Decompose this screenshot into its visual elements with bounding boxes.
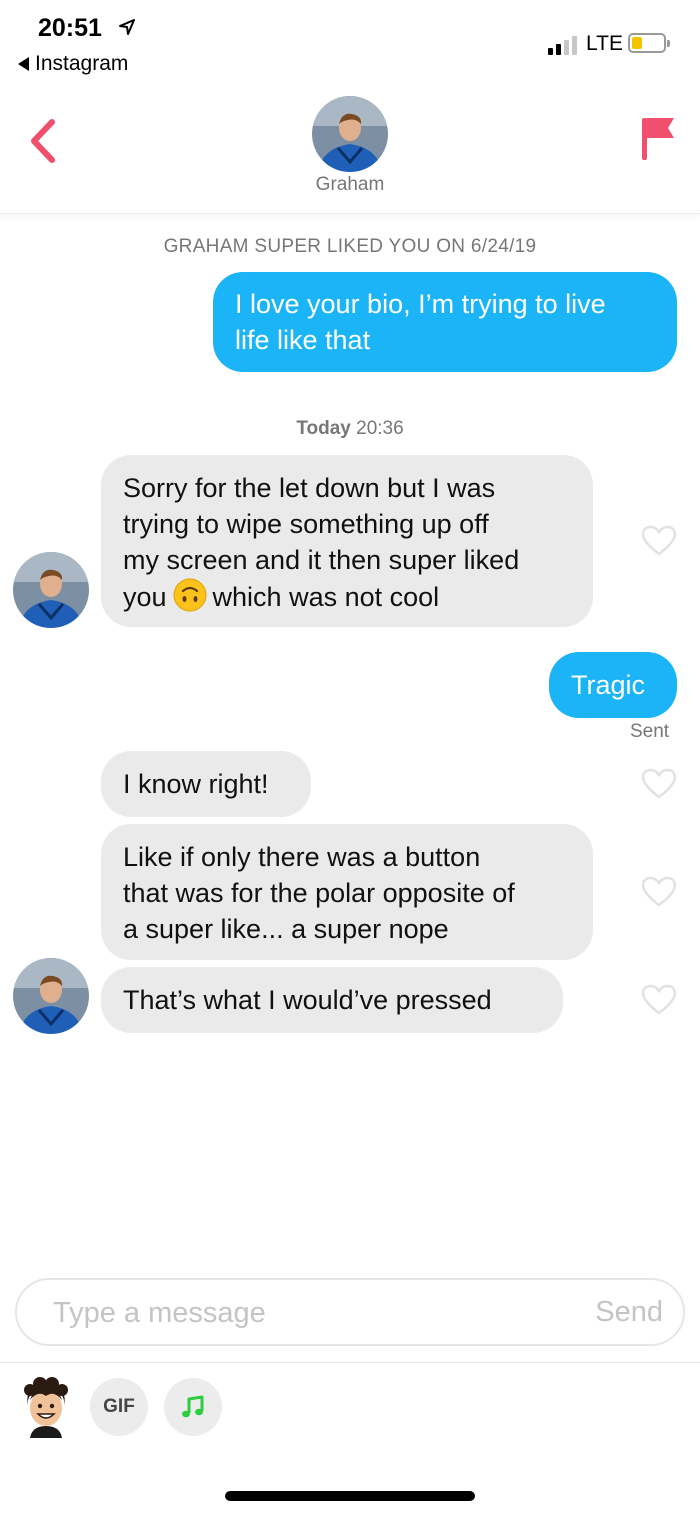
match-avatar[interactable] bbox=[13, 552, 89, 628]
gif-button[interactable]: GIF bbox=[90, 1378, 148, 1436]
message-line: trying to wipe something up off bbox=[123, 509, 489, 539]
like-heart-icon[interactable] bbox=[641, 525, 677, 557]
status-time: 20:51 bbox=[38, 14, 102, 42]
signal-strength-icon bbox=[548, 36, 577, 55]
bitmoji-icon[interactable] bbox=[18, 1376, 74, 1438]
divider bbox=[0, 1362, 700, 1363]
message-line: I love your bio, I’m trying to live bbox=[235, 289, 606, 319]
match-avatar[interactable] bbox=[13, 958, 89, 1034]
message-input[interactable] bbox=[53, 1294, 533, 1332]
timestamp-time: 20:36 bbox=[356, 418, 404, 439]
message-bubble-incoming[interactable]: I know right! bbox=[101, 751, 311, 817]
back-to-app-link[interactable]: Instagram bbox=[18, 52, 128, 76]
message-line: a super like... a super nope bbox=[123, 914, 449, 944]
like-heart-icon[interactable] bbox=[641, 876, 677, 908]
message-line: life like that bbox=[235, 325, 371, 355]
message-bubble-incoming[interactable]: Sorry for the let down but I was trying … bbox=[101, 455, 593, 627]
message-line: that was for the polar opposite of bbox=[123, 878, 515, 908]
like-heart-icon[interactable] bbox=[641, 984, 677, 1016]
message-line: Sorry for the let down but I was bbox=[123, 473, 496, 503]
music-button[interactable] bbox=[164, 1378, 222, 1436]
message-bubble-outgoing[interactable]: Tragic bbox=[549, 652, 677, 718]
music-note-icon bbox=[182, 1395, 204, 1418]
back-triangle-icon bbox=[18, 57, 29, 71]
delivery-status: Sent bbox=[630, 721, 670, 742]
network-type: LTE bbox=[586, 32, 623, 55]
back-app-label: Instagram bbox=[35, 52, 129, 75]
message-line: my screen and it then super liked bbox=[123, 545, 520, 575]
timestamp-divider: Today 20:36 bbox=[0, 418, 700, 440]
timestamp-day: Today bbox=[296, 418, 351, 439]
upside-down-face-emoji-icon bbox=[173, 578, 207, 612]
back-chevron-icon[interactable] bbox=[24, 116, 64, 166]
message-text: I know right! bbox=[123, 769, 269, 799]
message-bubble-outgoing[interactable]: I love your bio, I’m trying to live life… bbox=[213, 272, 677, 372]
chat-header: Graham bbox=[0, 90, 700, 214]
super-like-notice: GRAHAM SUPER LIKED YOU ON 6/24/19 bbox=[163, 236, 537, 257]
home-indicator bbox=[225, 1491, 475, 1501]
location-arrow-icon bbox=[119, 19, 135, 35]
message-bubble-incoming[interactable]: That’s what I would’ve pressed bbox=[101, 967, 563, 1033]
match-avatar[interactable] bbox=[312, 96, 388, 172]
message-text: That’s what I would’ve pressed bbox=[123, 985, 492, 1015]
message-text: Tragic bbox=[571, 670, 646, 700]
battery-icon bbox=[628, 33, 670, 53]
message-bubble-incoming[interactable]: Like if only there was a button that was… bbox=[101, 824, 593, 960]
message-line: Like if only there was a button bbox=[123, 842, 481, 872]
match-name[interactable]: Graham bbox=[0, 174, 700, 196]
send-button[interactable]: Send bbox=[595, 1296, 663, 1329]
message-composer: Send bbox=[15, 1278, 685, 1346]
report-flag-icon[interactable] bbox=[636, 114, 680, 162]
like-heart-icon[interactable] bbox=[641, 768, 677, 800]
message-line: you which was not cool bbox=[123, 578, 571, 615]
